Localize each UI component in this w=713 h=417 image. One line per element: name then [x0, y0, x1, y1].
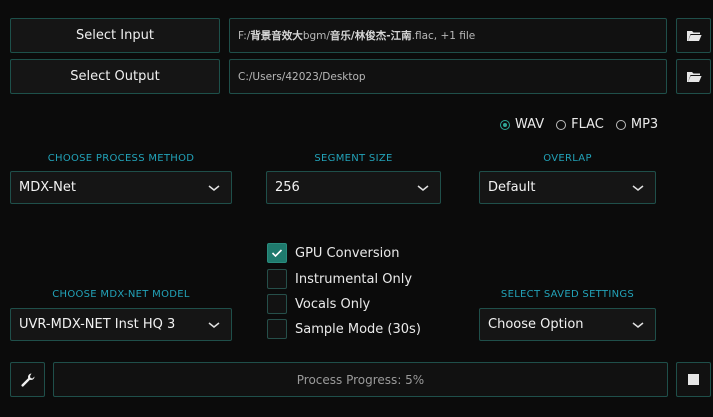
chevron-down-icon — [632, 321, 644, 328]
mdx-model-value: UVR-MDX-NET Inst HQ 3 — [19, 317, 176, 332]
saved-settings-value: Choose Option — [488, 317, 584, 332]
gpu-conversion-checkbox[interactable]: GPU Conversion — [267, 243, 399, 263]
stop-icon — [688, 374, 699, 385]
folder-open-icon — [686, 30, 702, 41]
chevron-down-icon — [208, 184, 220, 191]
format-wav-label: WAV — [515, 117, 545, 132]
radio-indicator — [500, 119, 510, 130]
select-output-button[interactable]: Select Output — [10, 59, 220, 94]
segment-size-value: 256 — [275, 180, 300, 195]
output-format-group: WAV FLAC MP3 — [500, 117, 664, 132]
overlap-label: OVERLAP — [543, 153, 592, 164]
output-path-field[interactable]: C:/Users/42023/Desktop — [229, 59, 667, 94]
format-flac-radio[interactable]: FLAC — [556, 117, 604, 132]
input-path-suffix: .flac, +1 file — [411, 29, 476, 42]
open-input-folder-button[interactable] — [676, 18, 711, 53]
process-method-value: MDX-Net — [19, 180, 76, 195]
radio-indicator — [615, 119, 626, 130]
format-mp3-label: MP3 — [630, 117, 659, 132]
check-icon — [271, 249, 283, 258]
segment-size-label: SEGMENT SIZE — [314, 153, 393, 164]
saved-settings-select[interactable]: Choose Option — [479, 308, 656, 341]
process-progress-bar: Process Progress: 5% — [53, 362, 668, 397]
input-path-field[interactable]: F:/背景音效大 bgm/音乐/林俊杰-江南 .flac, +1 file — [229, 18, 667, 53]
settings-wrench-button[interactable] — [10, 362, 45, 397]
vocals-only-label: Vocals Only — [295, 296, 371, 312]
sample-mode-checkbox[interactable]: Sample Mode (30s) — [267, 319, 421, 339]
format-wav-radio[interactable]: WAV — [500, 117, 544, 132]
radio-indicator — [556, 119, 567, 130]
checkbox-indicator — [267, 243, 287, 263]
chevron-down-icon — [632, 184, 644, 191]
process-progress-text: Process Progress: 5% — [296, 372, 425, 387]
chevron-down-icon — [208, 321, 220, 328]
overlap-select[interactable]: Default — [479, 171, 656, 204]
output-path-text: C:/Users/42023/Desktop — [238, 70, 366, 83]
input-path-mid: bgm/ — [302, 29, 330, 42]
wrench-icon — [20, 373, 34, 387]
vocals-only-checkbox[interactable]: Vocals Only — [267, 294, 370, 314]
instrumental-only-checkbox[interactable]: Instrumental Only — [267, 269, 412, 289]
input-path-prefix: F:/ — [238, 29, 251, 42]
input-path-bold1: 背景音效大 — [250, 30, 303, 42]
process-method-label: CHOOSE PROCESS METHOD — [47, 153, 195, 164]
overlap-value: Default — [488, 180, 536, 195]
mdx-model-select[interactable]: UVR-MDX-NET Inst HQ 3 — [10, 308, 232, 341]
format-mp3-radio[interactable]: MP3 — [615, 117, 659, 132]
checkbox-indicator — [267, 319, 287, 339]
process-method-select[interactable]: MDX-Net — [10, 171, 232, 204]
stop-button[interactable] — [676, 362, 711, 397]
segment-size-select[interactable]: 256 — [266, 171, 441, 204]
saved-settings-label: SELECT SAVED SETTINGS — [500, 289, 635, 300]
select-input-button[interactable]: Select Input — [10, 18, 220, 53]
gpu-conversion-label: GPU Conversion — [295, 245, 400, 261]
sample-mode-label: Sample Mode (30s) — [295, 321, 421, 337]
folder-open-icon — [686, 71, 702, 82]
chevron-down-icon — [417, 184, 429, 191]
instrumental-only-label: Instrumental Only — [295, 271, 413, 287]
input-path-bold2: 音乐/林俊杰-江南 — [329, 30, 412, 42]
checkbox-indicator — [267, 294, 287, 314]
select-output-label: Select Output — [70, 69, 160, 84]
select-input-label: Select Input — [76, 28, 154, 43]
checkbox-indicator — [267, 269, 287, 289]
open-output-folder-button[interactable] — [676, 59, 711, 94]
format-flac-label: FLAC — [571, 117, 604, 132]
mdx-model-label: CHOOSE MDX-NET MODEL — [52, 289, 190, 300]
